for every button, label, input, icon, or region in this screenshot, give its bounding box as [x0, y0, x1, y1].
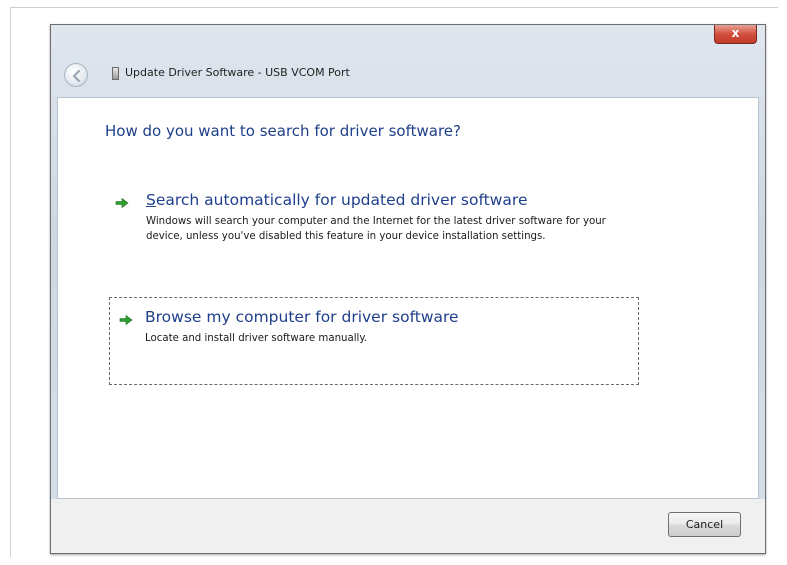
dialog-footer: Cancel	[51, 499, 765, 553]
back-arrow-icon	[72, 69, 81, 83]
cancel-button[interactable]: Cancel	[668, 512, 741, 537]
green-arrow-icon	[115, 197, 129, 209]
page-heading: How do you want to search for driver sof…	[105, 122, 461, 140]
browse-computer-option[interactable]: Browse my computer for driver software L…	[109, 297, 639, 385]
option-title-access-key: S	[146, 191, 156, 209]
option-description: Windows will search your computer and th…	[146, 216, 606, 242]
close-icon: x	[731, 26, 740, 40]
content-panel: How do you want to search for driver sof…	[57, 97, 759, 499]
option-title-text: earch automatically for updated driver s…	[155, 191, 528, 209]
option-title: Browse my computer for driver software	[145, 308, 459, 326]
update-driver-dialog: Update Driver Software - USB VCOM Port x…	[50, 24, 766, 554]
search-automatically-option[interactable]: Search automatically for updated driver …	[109, 188, 639, 274]
option-title: Search automatically for updated driver …	[146, 191, 528, 209]
green-arrow-icon	[119, 314, 133, 326]
back-button[interactable]	[64, 63, 88, 87]
title-bar: Update Driver Software - USB VCOM Port x	[51, 25, 765, 95]
close-button[interactable]: x	[714, 25, 757, 44]
window-title: Update Driver Software - USB VCOM Port	[125, 66, 350, 79]
device-icon	[112, 67, 119, 80]
option-description: Locate and install driver software manua…	[145, 333, 368, 344]
